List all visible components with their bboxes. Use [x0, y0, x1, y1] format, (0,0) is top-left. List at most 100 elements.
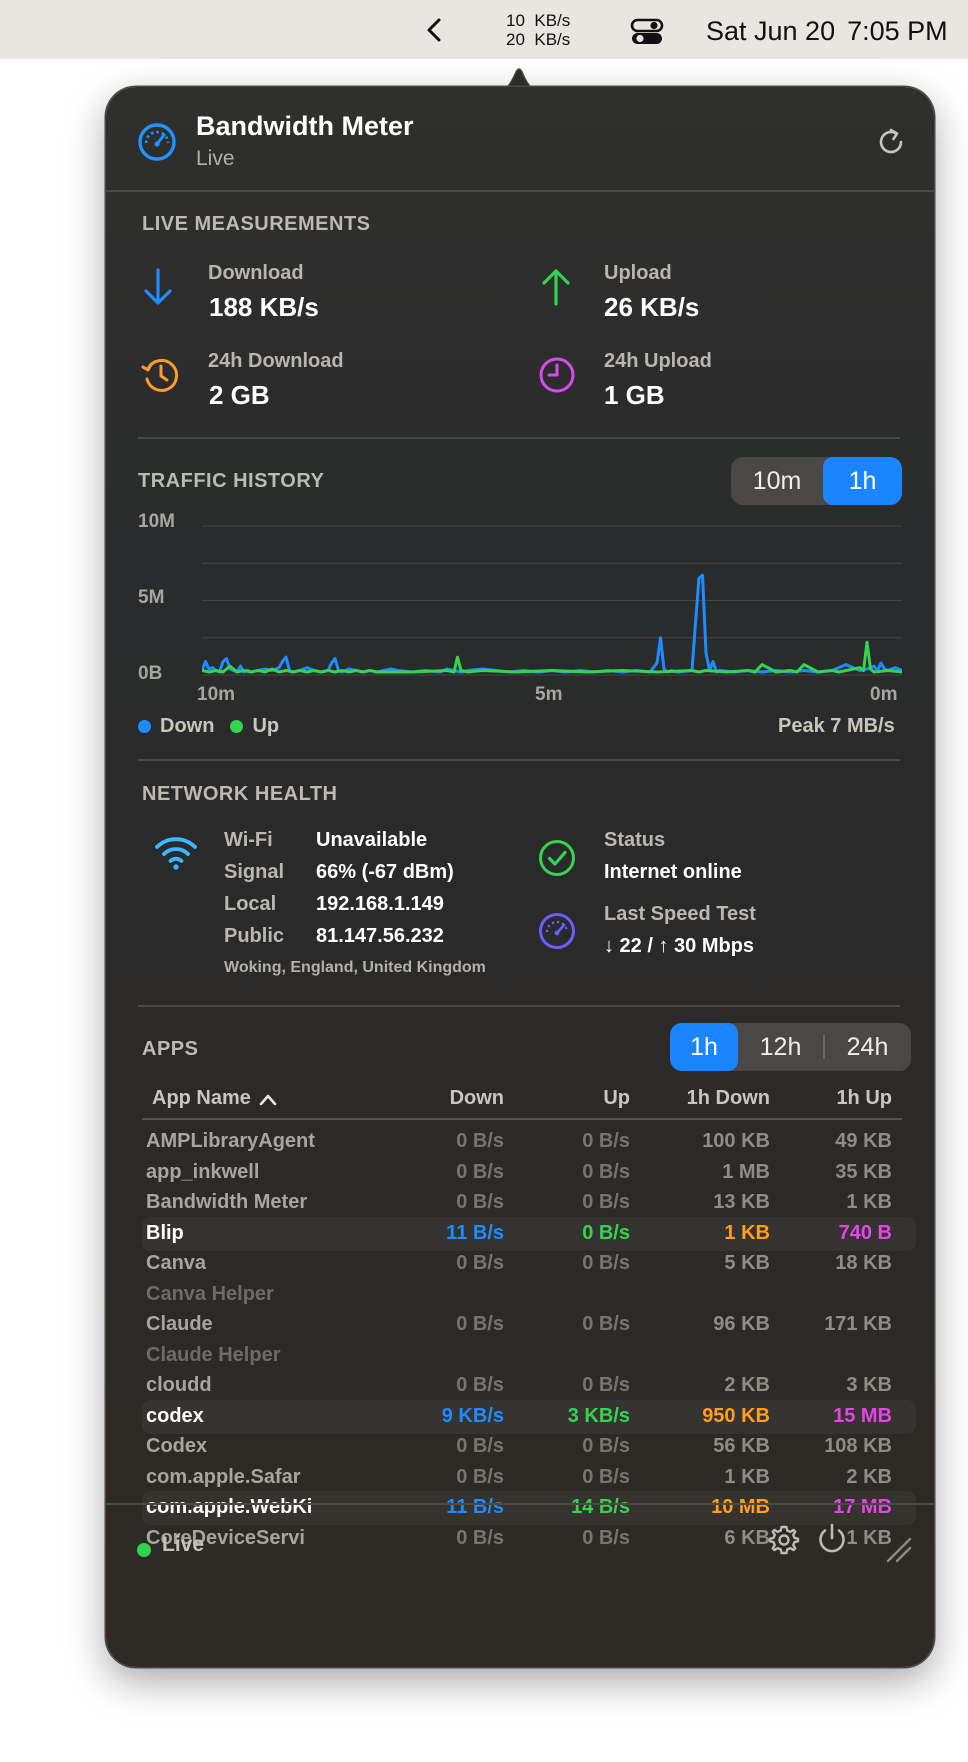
app-row[interactable]: cloudd 0 B/s 0 B/s 2 KB 3 KB	[142, 1369, 916, 1403]
app-up-cell: 0 B/s	[582, 1465, 630, 1488]
app-up-cell: 0 B/s	[582, 1313, 630, 1335]
x-tick-label: 5m	[535, 684, 563, 705]
wifi-label: Wi-Fi	[224, 829, 273, 851]
app-up-cell: 0 B/s	[582, 1191, 630, 1213]
column-header-down[interactable]: Down	[438, 1087, 504, 1110]
app-period-up-cell: 17 MB	[833, 1496, 892, 1518]
apps-range-12h[interactable]: 12h	[738, 1023, 823, 1071]
app-row[interactable]: Codex 0 B/s 0 B/s 56 KB 108 KB	[142, 1430, 916, 1464]
app-row[interactable]: Blip 11 B/s 0 B/s 1 KB 740 B	[142, 1216, 916, 1251]
app-row[interactable]: app_inkwell 0 B/s 0 B/s 1 MB 35 KB	[142, 1156, 916, 1190]
app-up-cell: 14 B/s	[571, 1496, 630, 1518]
app-name-cell: codex	[146, 1404, 204, 1427]
app-period-up-cell: 108 KB	[824, 1435, 892, 1457]
apps-range-24h[interactable]: 24h	[825, 1023, 911, 1071]
column-header-app-name[interactable]: App Name	[152, 1087, 277, 1110]
app-name-cell: Claude	[146, 1313, 213, 1335]
menubar-rate-down: 10 KB/s	[506, 11, 571, 30]
check-circle-icon	[539, 840, 575, 876]
download-value: 188 KB/s	[209, 292, 319, 322]
menubar-rate-readout[interactable]: 10 KB/s 20 KB/s	[506, 11, 588, 49]
bandwidth-meter-popover: Bandwidth Meter Live LIVE MEASUREMENTS D…	[106, 87, 934, 1667]
upload-value: 26 KB/s	[604, 292, 700, 322]
day-download-value: 2 GB	[209, 380, 270, 410]
app-down-cell: 0 B/s	[456, 1435, 504, 1457]
public-ip-value: 81.147.56.232	[316, 925, 444, 947]
app-row[interactable]: com.apple.Safar 0 B/s 0 B/s 1 KB 2 KB	[142, 1461, 916, 1495]
app-down-cell: 11 B/s	[446, 1221, 504, 1244]
legend-up-swatch	[230, 720, 244, 733]
app-name-cell: Codex	[146, 1435, 208, 1457]
app-period-up-cell: 3 KB	[846, 1374, 892, 1396]
local-ip-value: 192.168.1.149	[316, 893, 444, 915]
app-period-up-cell: 15 MB	[833, 1404, 892, 1427]
footer-status: Live	[162, 1533, 205, 1556]
app-name-cell: com.apple.WebKi	[146, 1496, 313, 1518]
menubar-date: Sat Jun 20	[706, 16, 836, 46]
apps-range-control: 1h 12h 24h	[670, 1023, 911, 1071]
day-upload-value: 1 GB	[604, 380, 665, 410]
app-up-cell: 0 B/s	[582, 1160, 630, 1183]
app-period-down-cell: 2 KB	[724, 1374, 770, 1396]
app-period-down-cell: 6 KB	[724, 1526, 770, 1549]
app-period-up-cell: 2 KB	[846, 1465, 892, 1488]
app-down-cell: 0 B/s	[456, 1160, 504, 1183]
menubar-rate-up: 20 KB/s	[506, 30, 571, 49]
app-up-cell: 0 B/s	[582, 1130, 630, 1152]
app-down-cell: 0 B/s	[456, 1374, 504, 1396]
app-period-down-cell: 1 MB	[722, 1160, 770, 1183]
download-label: Download	[208, 262, 304, 284]
location-text: Woking, England, United Kingdom	[224, 959, 486, 976]
y-tick-label: 10M	[138, 511, 175, 532]
column-header-period-down[interactable]: 1h Down	[646, 1087, 770, 1110]
menubar-clock[interactable]: Sat Jun 20 7:05 PM	[706, 16, 948, 47]
app-up-cell: 3 KB/s	[567, 1404, 630, 1427]
resize-handle-icon[interactable]	[884, 1535, 914, 1565]
app-row[interactable]: Canva 0 B/s 0 B/s 5 KB 18 KB	[142, 1247, 916, 1281]
gauge-icon	[138, 123, 176, 161]
upload-arrow-icon	[542, 269, 570, 306]
app-row[interactable]: codex 9 KB/s 3 KB/s 950 KB 15 MB	[142, 1399, 916, 1434]
footer-divider	[106, 1503, 934, 1505]
refresh-icon[interactable]	[874, 125, 908, 159]
app-row[interactable]: com.apple.WebKi 11 B/s 14 B/s 10 MB 17 MB	[142, 1491, 916, 1525]
y-tick-label: 5M	[138, 587, 165, 608]
app-name-cell: Bandwidth Meter	[146, 1191, 308, 1213]
menu-bar: 10 KB/s 20 KB/s Sat Jun 20 7:05 PM	[0, 0, 968, 59]
x-tick-label: 0m	[870, 684, 898, 705]
speedtest-label: Last Speed Test	[604, 903, 756, 925]
app-down-cell: 0 B/s	[456, 1526, 504, 1549]
column-header-period-up[interactable]: 1h Up	[776, 1087, 892, 1110]
app-down-cell: 0 B/s	[456, 1191, 504, 1213]
apps-title: APPS	[142, 1038, 199, 1060]
gear-icon[interactable]	[767, 1523, 801, 1557]
app-name-cell: com.apple.Safar	[146, 1465, 301, 1488]
app-period-down-cell: 56 KB	[713, 1435, 770, 1457]
traffic-range-1h[interactable]: 1h	[823, 457, 902, 505]
app-period-down-cell: 5 KB	[724, 1252, 770, 1274]
app-row[interactable]: Claude 0 B/s 0 B/s 96 KB 171 KB	[142, 1308, 916, 1342]
app-row[interactable]: AMPLibraryAgent 0 B/s 0 B/s 100 KB 49 KB	[142, 1125, 916, 1159]
app-period-down-cell: 13 KB	[713, 1191, 770, 1213]
series-line-down	[202, 573, 902, 674]
app-name-cell: Canva	[146, 1252, 207, 1274]
signal-label: Signal	[224, 861, 285, 883]
app-up-cell: 0 B/s	[582, 1221, 630, 1244]
app-period-down-cell: 100 KB	[702, 1130, 770, 1152]
apps-range-1h[interactable]: 1h	[670, 1023, 738, 1071]
app-period-down-cell: 10 MB	[711, 1496, 770, 1518]
health-divider	[138, 1005, 900, 1007]
app-period-up-cell: 171 KB	[824, 1313, 892, 1335]
app-down-cell: 0 B/s	[456, 1252, 504, 1274]
app-row[interactable]: Bandwidth Meter 0 B/s 0 B/s 13 KB 1 KB	[142, 1186, 916, 1220]
control-center-icon[interactable]	[630, 17, 664, 47]
column-header-app-name-label: App Name	[152, 1087, 251, 1109]
column-header-up[interactable]: Up	[550, 1087, 630, 1110]
power-icon[interactable]	[814, 1521, 850, 1557]
chevron-left-icon[interactable]	[422, 16, 448, 44]
live-divider	[138, 437, 900, 439]
live-status-dot	[137, 1543, 151, 1557]
app-down-cell: 9 KB/s	[441, 1404, 504, 1427]
traffic-range-10m[interactable]: 10m	[731, 457, 823, 505]
app-helper-label: Claude Helper	[146, 1343, 281, 1366]
